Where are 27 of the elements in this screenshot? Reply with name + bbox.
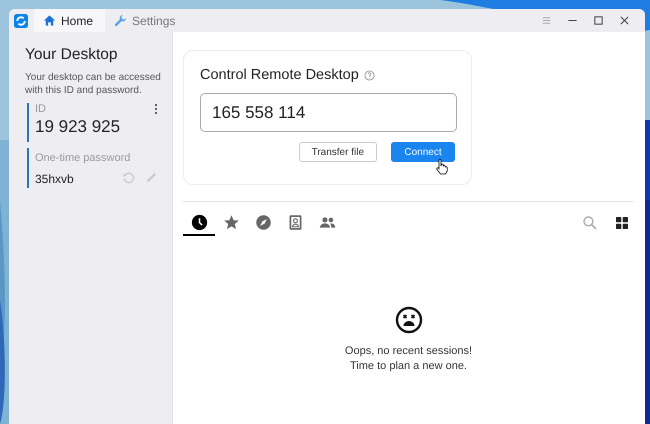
window-tab[interactable]: Settings <box>105 9 188 32</box>
app-logo-icon <box>14 14 28 28</box>
transfer-button[interactable]: Transfer file <box>298 142 377 162</box>
star-icon <box>222 214 240 230</box>
sidebar-description: Your desktop can be accessed with this ID and password. <box>25 71 162 97</box>
window-tab[interactable]: Home <box>34 9 106 32</box>
hand-cursor-icon <box>436 159 448 175</box>
sad-face-icon <box>394 306 422 334</box>
id-value: 19 923 925 <box>35 117 122 137</box>
id-label: ID <box>35 103 46 115</box>
card-title: Control Remote Desktop <box>200 67 359 83</box>
password-label: One-time password <box>35 152 130 164</box>
contact-book-icon <box>286 214 304 230</box>
grid-view-icon[interactable] <box>616 217 628 229</box>
connect-button[interactable]: Connect <box>391 142 455 162</box>
close-icon[interactable] <box>619 15 630 26</box>
maximize-icon[interactable] <box>593 15 604 26</box>
help-icon[interactable] <box>364 70 375 80</box>
more-icon[interactable] <box>154 103 158 115</box>
home-icon <box>43 14 56 27</box>
compass-icon <box>254 214 272 230</box>
remote-id-field[interactable]: 165 558 114 <box>200 93 457 132</box>
empty-message: Oops, no recent sessions! Time to plan a new one. <box>344 344 472 374</box>
sidebar-title: Your Desktop <box>25 46 118 64</box>
clock-icon <box>190 214 208 230</box>
password-value: 35hxvb <box>35 172 74 186</box>
wrench-icon <box>114 14 128 27</box>
